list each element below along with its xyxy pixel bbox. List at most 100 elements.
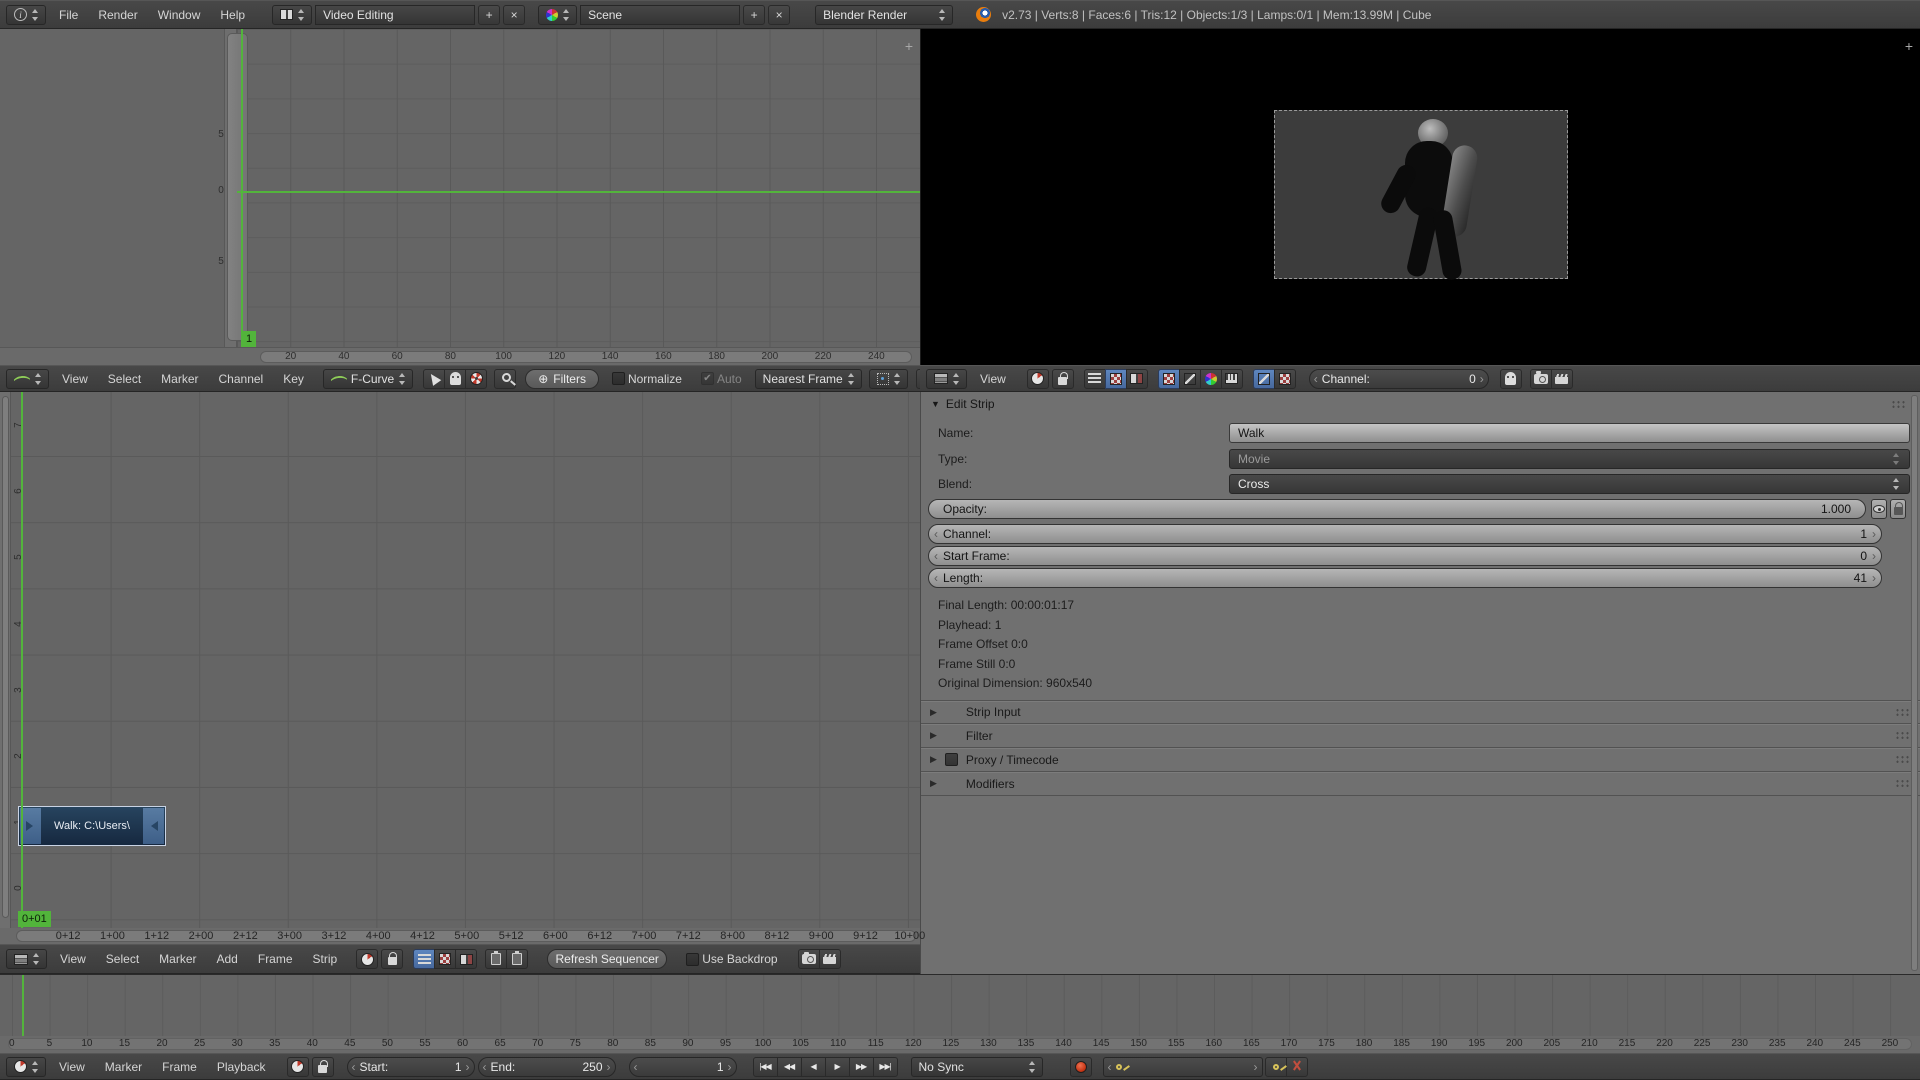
lock-button[interactable]: [381, 949, 403, 969]
cursor-select-button[interactable]: [423, 369, 445, 389]
lock-button[interactable]: [1052, 369, 1074, 389]
sequencer-preview[interactable]: +: [920, 29, 1920, 365]
opacity-slider[interactable]: Opacity:1.000: [928, 499, 1866, 519]
start-frame-field[interactable]: Start:1: [347, 1057, 475, 1077]
playback-time-button[interactable]: [356, 949, 378, 969]
scene-delete-button[interactable]: ×: [768, 5, 790, 25]
overlay-mode-button[interactable]: [1253, 369, 1275, 389]
refresh-sequencer-button[interactable]: Refresh Sequencer: [547, 949, 667, 969]
editor-type-selector[interactable]: [6, 369, 49, 389]
sequencer-canvas[interactable]: 76543210 Walk: C:\Users\ 0+01: [0, 392, 920, 928]
view-preview-button[interactable]: [1105, 369, 1127, 389]
scene-name-field[interactable]: Scene: [580, 5, 740, 25]
playback-button[interactable]: ◀: [801, 1057, 826, 1077]
timeline-menu-item[interactable]: View: [49, 1060, 95, 1074]
top-menu-item[interactable]: File: [49, 8, 88, 22]
layout-delete-button[interactable]: ×: [503, 5, 525, 25]
collapsed-panel-header[interactable]: ▶ Filter: [921, 724, 1920, 748]
timeline-menu-item[interactable]: Frame: [152, 1060, 207, 1074]
view-sequence-preview-button[interactable]: [455, 949, 477, 969]
panel-grip-icon[interactable]: [1895, 708, 1910, 717]
pivot-point-select[interactable]: [869, 369, 908, 389]
view-sequence-button[interactable]: [413, 949, 435, 969]
top-menu-item[interactable]: Window: [148, 8, 211, 22]
timeline-menu-item[interactable]: Marker: [95, 1060, 152, 1074]
blend-mode-select[interactable]: Cross: [1229, 474, 1910, 494]
edit-strip-panel-header[interactable]: ▼ Edit Strip: [931, 397, 995, 411]
ghost-curves-button[interactable]: [444, 369, 466, 389]
graph-x-axis-row[interactable]: 20406080100120140160180200220240: [0, 347, 920, 365]
keying-set-field[interactable]: [1103, 1057, 1263, 1077]
collapsed-panel-header[interactable]: ▶ Strip Input: [921, 700, 1920, 724]
graph-mode-select[interactable]: F-Curve: [323, 369, 413, 389]
graph-region-plus-icon[interactable]: +: [905, 39, 913, 53]
sequencer-menu-item[interactable]: Add: [207, 952, 248, 966]
graph-menu-item[interactable]: View: [52, 372, 98, 386]
window-type-selector[interactable]: i: [6, 5, 46, 25]
scene-add-button[interactable]: +: [743, 5, 765, 25]
clip-editor-button[interactable]: [819, 949, 841, 969]
zoom-button[interactable]: [494, 369, 516, 389]
panel-checkbox[interactable]: [945, 753, 958, 766]
panel-grip-icon[interactable]: [1895, 731, 1910, 740]
auto-normalize-checkbox[interactable]: ✔: [701, 372, 714, 385]
timeline-menu-item[interactable]: Playback: [207, 1060, 276, 1074]
clip-editor-button[interactable]: [1551, 369, 1573, 389]
view-preview-button[interactable]: [434, 949, 456, 969]
snap-mode-select[interactable]: Nearest Frame: [755, 369, 862, 389]
editor-type-selector[interactable]: [6, 1057, 46, 1077]
playback-time-button[interactable]: [1027, 369, 1049, 389]
sync-mode-select[interactable]: No Sync: [911, 1057, 1043, 1077]
panel-grip-icon[interactable]: [1895, 755, 1910, 764]
graph-menu-item[interactable]: Select: [98, 372, 151, 386]
sequencer-menu-item[interactable]: Frame: [248, 952, 303, 966]
playback-button[interactable]: ▶▶|: [873, 1057, 898, 1077]
current-frame-field[interactable]: 1: [629, 1057, 737, 1077]
timeline-tick-row[interactable]: 0510152025303540455055606570758085909510…: [0, 1036, 1920, 1053]
graph-editor-canvas[interactable]: 505 1 +: [0, 29, 920, 347]
playback-button[interactable]: |◀◀: [753, 1057, 778, 1077]
sequencer-menu-item[interactable]: Marker: [149, 952, 206, 966]
grease-pencil-button[interactable]: [798, 949, 820, 969]
playback-button[interactable]: ▶: [825, 1057, 850, 1077]
grease-pencil-button[interactable]: [1530, 369, 1552, 389]
display-vectorscope-button[interactable]: [1200, 369, 1222, 389]
filters-button[interactable]: ⊕Filters: [525, 369, 599, 389]
panel-grip-icon[interactable]: [1891, 400, 1906, 409]
collapsed-panel-header[interactable]: ▶ Proxy / Timecode: [921, 748, 1920, 772]
sequencer-timecode-row[interactable]: 0+121+001+122+002+123+003+124+004+125+00…: [0, 928, 920, 944]
playback-time-button[interactable]: [287, 1057, 309, 1077]
display-histogram-button[interactable]: [1221, 369, 1243, 389]
timeline-playhead-line[interactable]: [22, 975, 24, 1036]
start-frame-field[interactable]: Start Frame:0: [928, 546, 1882, 566]
use-backdrop-checkbox[interactable]: [686, 953, 699, 966]
opacity-lock-button[interactable]: [1890, 499, 1906, 519]
layout-name-field[interactable]: Video Editing: [315, 5, 475, 25]
properties-scrollbar[interactable]: [1911, 395, 1918, 971]
normalization-helper-button[interactable]: [465, 369, 487, 389]
sequencer-menu-item[interactable]: View: [50, 952, 96, 966]
preview-region-plus-icon[interactable]: +: [1905, 39, 1913, 53]
strip-name-input[interactable]: Walk: [1229, 423, 1910, 443]
graph-menu-item[interactable]: Marker: [151, 372, 208, 386]
ghost-toggle-button[interactable]: [1500, 369, 1522, 389]
layout-browse-button[interactable]: [272, 5, 312, 25]
graph-menu-item[interactable]: Channel: [209, 372, 274, 386]
editor-type-selector[interactable]: [926, 369, 967, 389]
display-image-button[interactable]: [1158, 369, 1180, 389]
display-waveform-button[interactable]: [1179, 369, 1201, 389]
copy-strips-button[interactable]: [485, 949, 507, 969]
view-sequence-preview-button[interactable]: [1126, 369, 1148, 389]
collapsed-panel-header[interactable]: ▶ Modifiers: [921, 772, 1920, 796]
normalize-checkbox[interactable]: [612, 372, 625, 385]
channel-number-field[interactable]: Channel:1: [928, 524, 1882, 544]
layout-add-button[interactable]: +: [478, 5, 500, 25]
graph-menu-item[interactable]: Key: [273, 372, 314, 386]
graph-playhead-line[interactable]: [241, 29, 243, 347]
playback-button[interactable]: ▶▶: [849, 1057, 874, 1077]
sequencer-menu-item[interactable]: Select: [96, 952, 149, 966]
scene-browse-button[interactable]: [538, 5, 577, 25]
render-engine-select[interactable]: Blender Render: [815, 5, 953, 25]
editor-type-selector[interactable]: [6, 949, 47, 969]
sequencer-playhead-line[interactable]: [21, 392, 23, 928]
